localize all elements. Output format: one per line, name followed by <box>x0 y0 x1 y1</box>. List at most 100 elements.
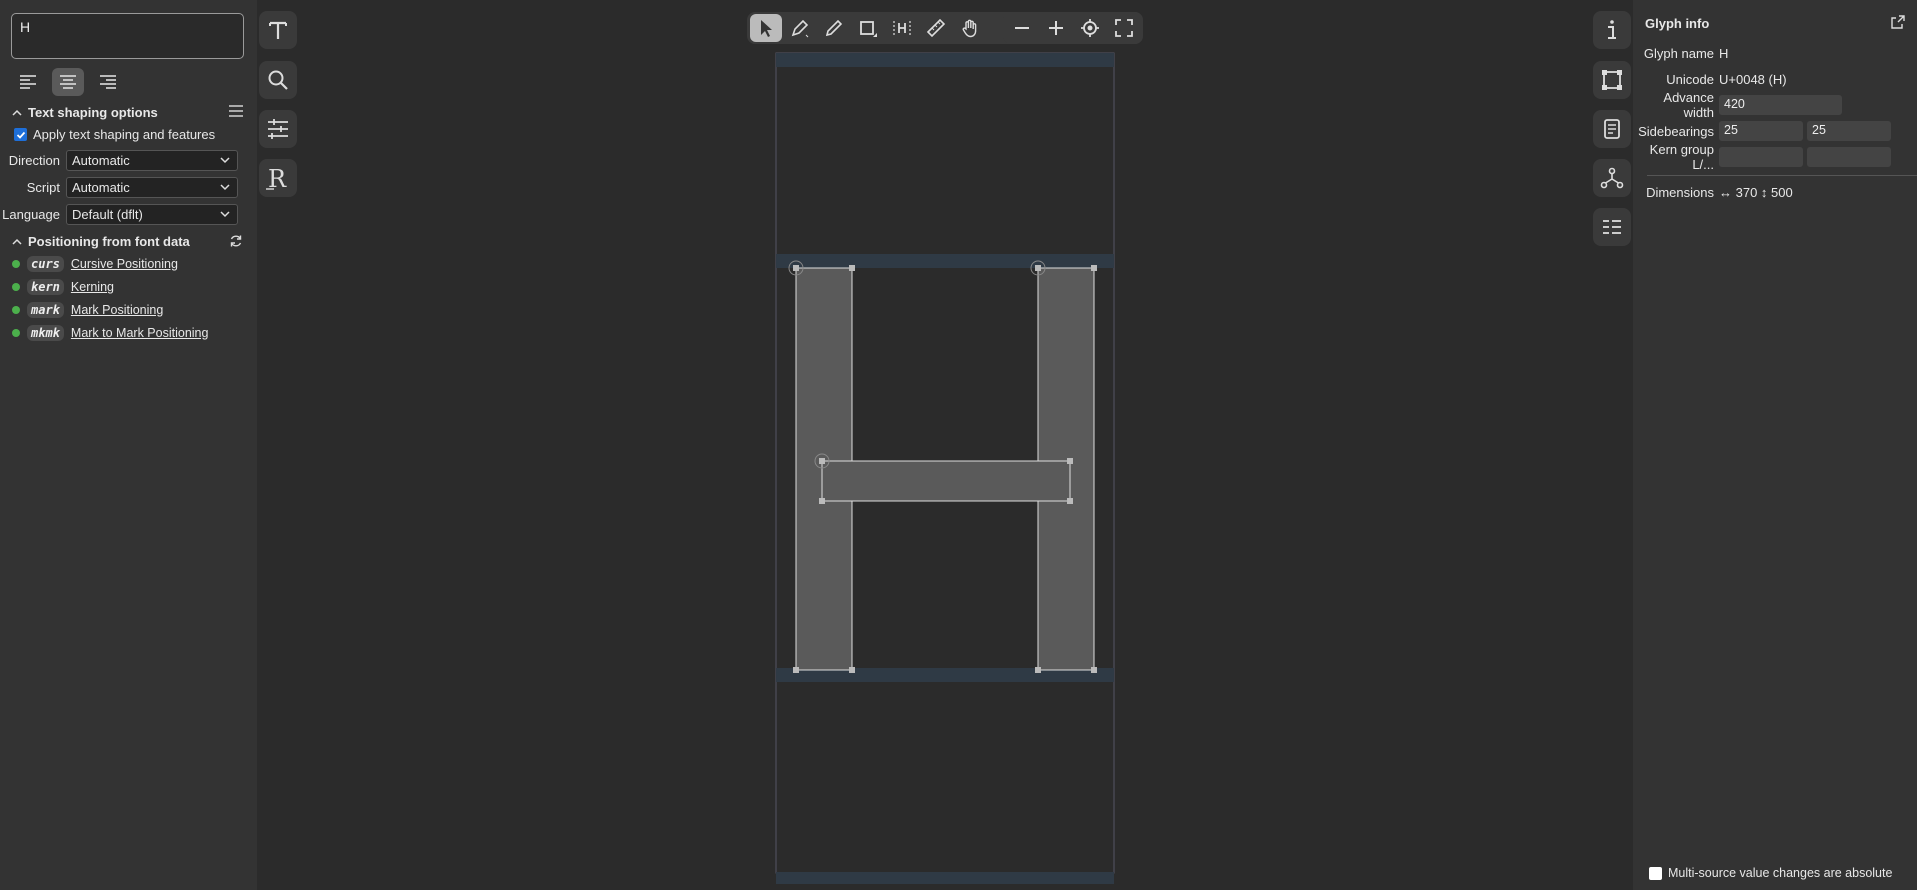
advance-width-field[interactable]: 420 <box>1719 95 1842 115</box>
align-center-button[interactable] <box>52 68 84 96</box>
feature-name-link[interactable]: Cursive Positioning <box>71 257 178 271</box>
settings-panel-button[interactable] <box>259 110 297 148</box>
direction-row: Direction Automatic <box>0 149 257 171</box>
align-center-icon <box>60 75 76 89</box>
fullscreen-icon <box>1115 19 1133 37</box>
apply-shaping-label: Apply text shaping and features <box>33 127 216 142</box>
sidebearings-row: Sidebearings 25 25 <box>1633 121 1891 141</box>
info-icon <box>1608 20 1616 39</box>
glyph-name-label: Glyph name <box>1643 45 1714 61</box>
svg-text:R: R <box>268 165 287 191</box>
transform-icon <box>1602 70 1622 90</box>
notes-panel-button[interactable] <box>1593 110 1631 148</box>
feature-enabled-dot[interactable] <box>12 329 20 337</box>
shape-tool[interactable] <box>852 14 884 42</box>
feature-name-link[interactable]: Mark Positioning <box>71 303 163 317</box>
dimensions-value: ↔ 370 ↕ 500 <box>1719 184 1793 200</box>
pen-icon <box>791 19 809 38</box>
feature-tag: mkmk <box>27 325 64 341</box>
align-right-icon <box>100 75 116 89</box>
fullscreen-button[interactable] <box>1108 14 1140 42</box>
feature-enabled-dot[interactable] <box>12 283 20 291</box>
language-select[interactable]: Default (dflt) <box>66 203 238 225</box>
text-shaping-header[interactable]: Text shaping options <box>12 105 158 120</box>
script-select[interactable]: Automatic <box>66 176 238 198</box>
feature-curs-row[interactable]: curs Cursive Positioning <box>12 256 178 272</box>
document-icon <box>1604 119 1620 139</box>
transform-panel-button[interactable] <box>1593 61 1631 99</box>
chevron-down-icon <box>220 156 230 163</box>
pointer-tool[interactable] <box>750 14 782 42</box>
multi-source-label: Multi-source value changes are absolute <box>1668 866 1893 880</box>
apply-shaping-checkbox[interactable] <box>14 128 27 141</box>
graph-icon <box>1600 167 1624 189</box>
knife-tool[interactable] <box>818 14 850 42</box>
right-sidebearing-field[interactable]: 25 <box>1807 121 1891 141</box>
feature-name-link[interactable]: Kerning <box>71 280 114 294</box>
selection-info-panel-button[interactable] <box>1593 208 1631 246</box>
divider <box>1647 175 1917 176</box>
chevron-up-icon <box>12 238 22 245</box>
feature-tag: curs <box>27 256 64 272</box>
positioning-header[interactable]: Positioning from font data <box>12 234 190 249</box>
kern-group-label: Kern group L/... <box>1649 142 1714 172</box>
hand-tool[interactable] <box>954 14 986 42</box>
related-glyphs-panel-button[interactable] <box>1593 159 1631 197</box>
cap-height-band <box>776 254 1114 268</box>
direction-value: Automatic <box>72 152 130 168</box>
sidebearing-icon <box>893 21 911 35</box>
feature-enabled-dot[interactable] <box>12 260 20 268</box>
measure-tool[interactable] <box>920 14 952 42</box>
plus-icon <box>1049 21 1063 35</box>
direction-select[interactable]: Automatic <box>66 149 238 171</box>
search-icon <box>268 70 288 90</box>
left-sidebearing-field[interactable]: 25 <box>1719 121 1803 141</box>
feature-name-link[interactable]: Mark to Mark Positioning <box>71 326 209 340</box>
feature-kern-row[interactable]: kern Kerning <box>12 279 114 295</box>
text-icon <box>269 21 287 39</box>
glyph-info-title: Glyph info <box>1645 16 1710 31</box>
kern-group-right-field[interactable] <box>1807 147 1891 167</box>
references-panel-button[interactable]: R <box>259 159 297 197</box>
advance-width-row: Advance width 420 <box>1633 90 1842 120</box>
zoom-fit-selection-button[interactable] <box>1074 14 1106 42</box>
text-entry-field[interactable]: H <box>11 13 244 59</box>
text-entry-panel-button[interactable] <box>259 11 297 49</box>
chevron-up-icon <box>12 109 22 116</box>
search-panel-button[interactable] <box>259 61 297 99</box>
feature-mark-row[interactable]: mark Mark Positioning <box>12 302 163 318</box>
hand-icon <box>962 19 977 38</box>
language-row: Language Default (dflt) <box>0 203 257 225</box>
unicode-label: Unicode <box>1666 71 1714 87</box>
list-icon <box>1603 220 1621 234</box>
pencil-icon <box>825 19 843 37</box>
glyph-info-panel-button[interactable] <box>1593 11 1631 49</box>
align-left-button[interactable] <box>12 68 44 96</box>
checkmark-icon <box>16 131 25 139</box>
pen-tool[interactable] <box>784 14 816 42</box>
advance-width-label: Advance width <box>1663 90 1714 120</box>
zoom-out-button[interactable] <box>1006 14 1038 42</box>
kern-group-left-field[interactable] <box>1719 147 1803 167</box>
pointer-icon <box>761 20 772 37</box>
unicode-row: Unicode U+0048 (H) <box>1633 69 1786 89</box>
chevron-down-icon <box>220 183 230 190</box>
kern-group-row: Kern group L/... <box>1633 142 1891 172</box>
multi-source-row[interactable]: Multi-source value changes are absolute <box>1649 866 1892 880</box>
multi-source-checkbox[interactable] <box>1649 866 1662 880</box>
reference-font-icon: R <box>266 165 287 191</box>
glyph-outline[interactable] <box>795 267 1095 671</box>
export-icon[interactable] <box>1891 15 1905 29</box>
menu-icon[interactable] <box>229 105 243 117</box>
sidebearings-label: Sidebearings <box>1638 123 1714 139</box>
zoom-in-button[interactable] <box>1040 14 1072 42</box>
refresh-icon[interactable] <box>229 234 243 248</box>
feature-mkmk-row[interactable]: mkmk Mark to Mark Positioning <box>12 325 208 341</box>
sliders-icon <box>268 119 288 139</box>
positioning-title: Positioning from font data <box>28 234 190 249</box>
sidebearing-tool[interactable] <box>886 14 918 42</box>
feature-enabled-dot[interactable] <box>12 306 20 314</box>
apply-shaping-row[interactable]: Apply text shaping and features <box>14 127 215 142</box>
script-label: Script <box>26 179 60 195</box>
align-right-button[interactable] <box>92 68 124 96</box>
